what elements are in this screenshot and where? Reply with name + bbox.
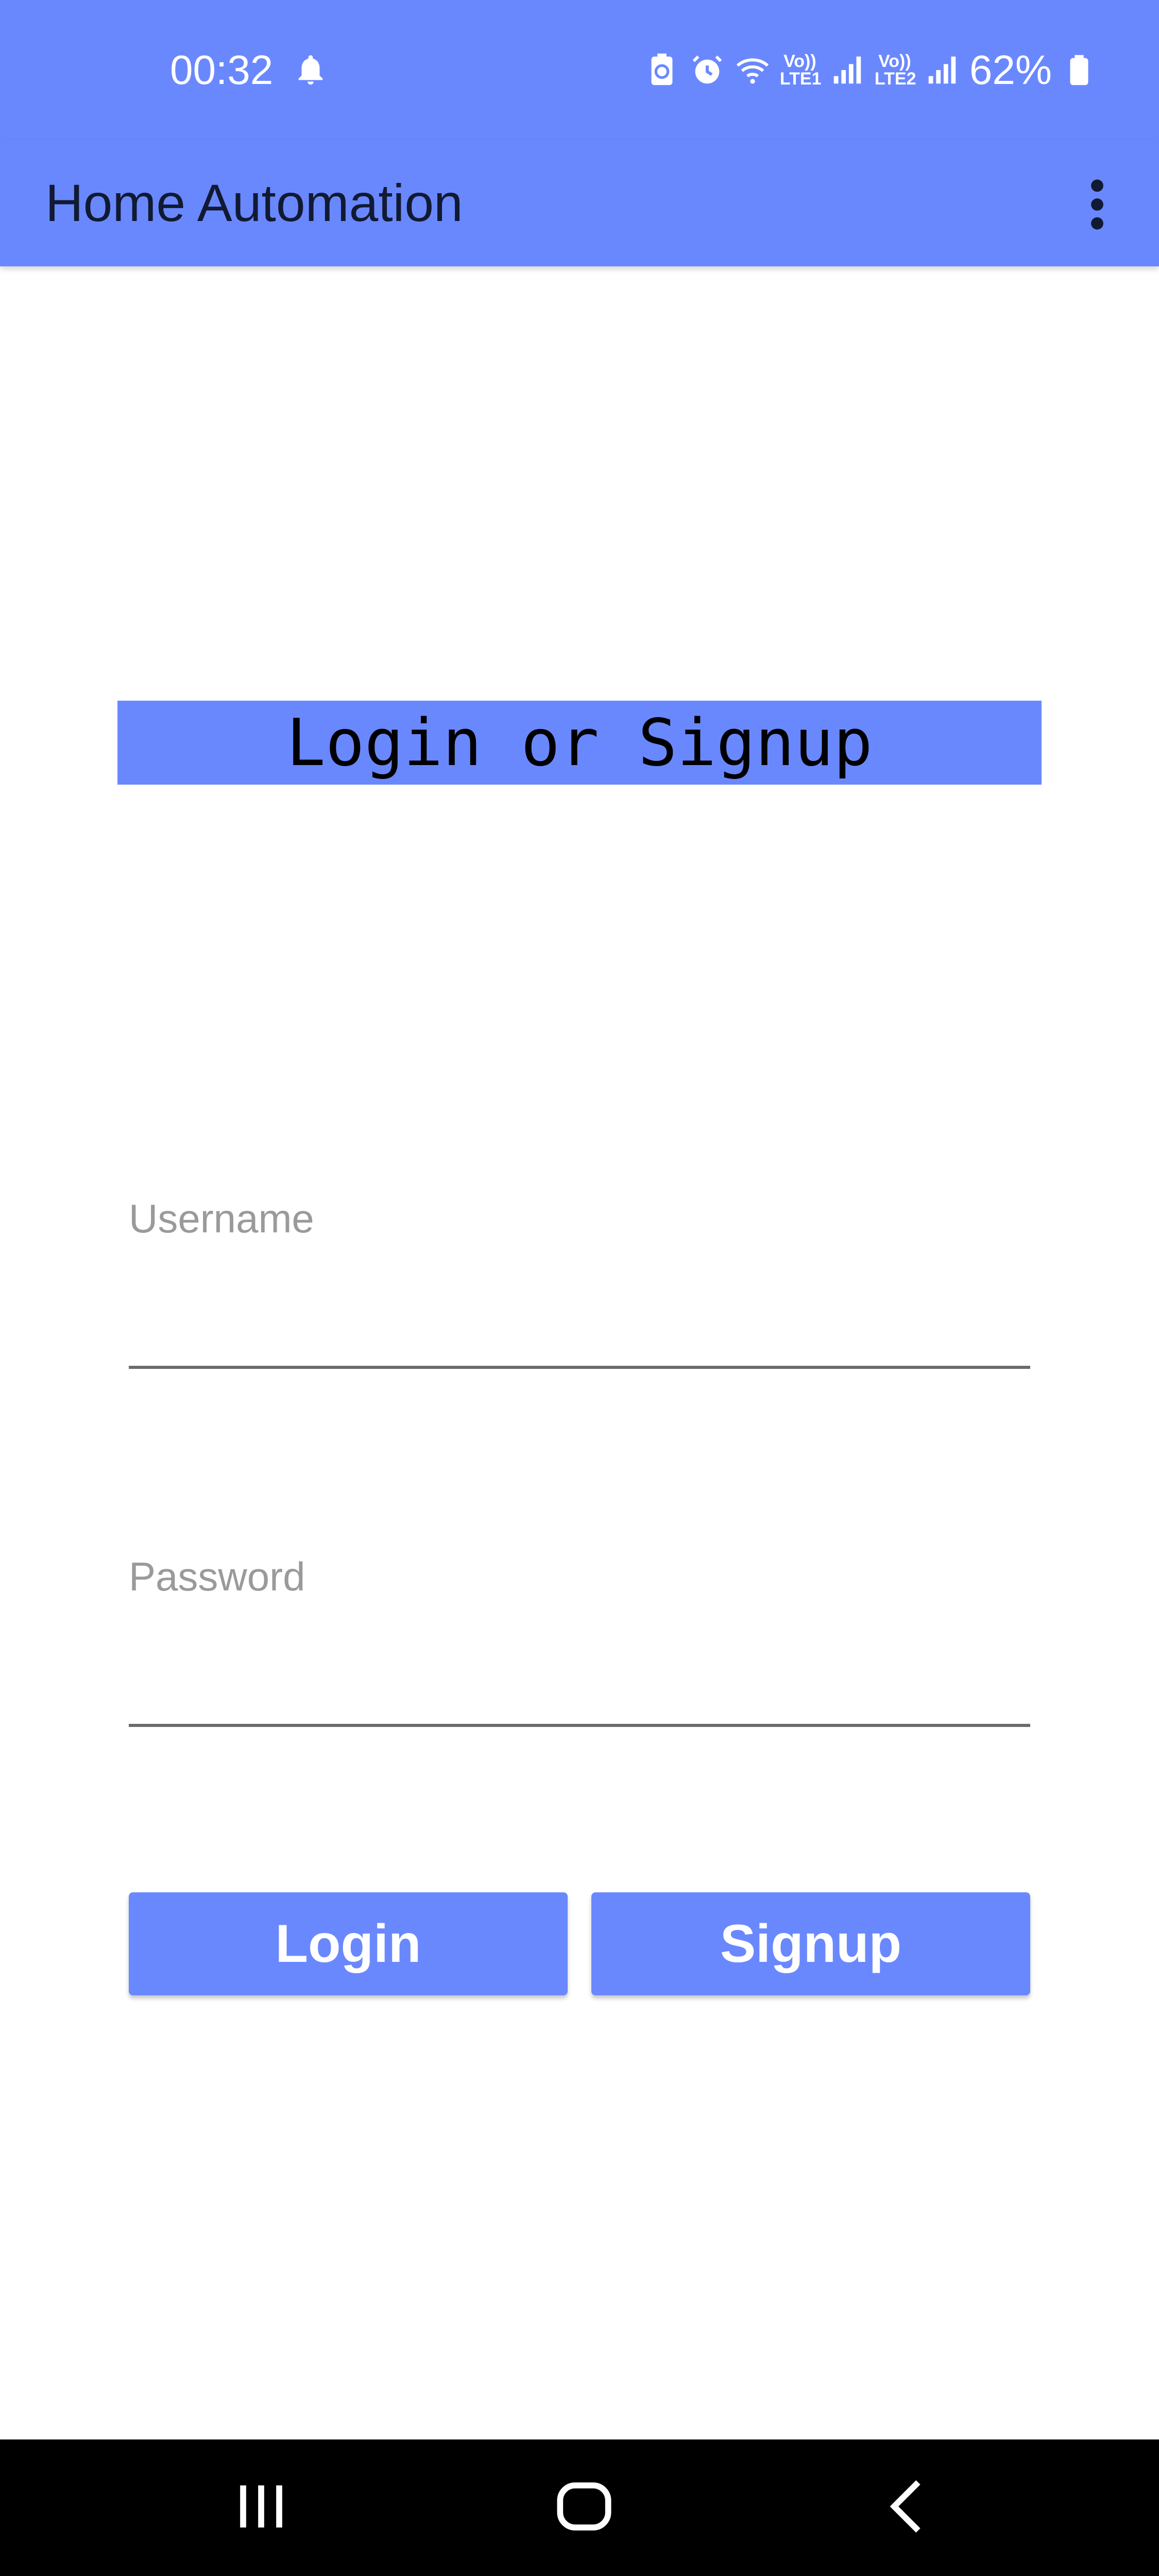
username-field[interactable]: Username bbox=[129, 1195, 1030, 1369]
more-vert-icon[interactable] bbox=[1082, 176, 1113, 233]
battery-icon bbox=[1070, 55, 1088, 86]
status-time: 00:32 bbox=[170, 47, 274, 93]
sim1-label: Vo)) LTE1 bbox=[779, 52, 822, 89]
signal-icon bbox=[833, 56, 861, 84]
bell-icon bbox=[298, 55, 323, 85]
username-label: Username bbox=[129, 1196, 314, 1241]
signup-button[interactable]: Signup bbox=[591, 1892, 1030, 1995]
sim1-volte-text: Vo)) bbox=[783, 52, 816, 71]
password-underline bbox=[129, 1724, 1030, 1727]
battery-saver-icon bbox=[651, 53, 673, 86]
home-icon[interactable] bbox=[548, 2470, 620, 2543]
password-field[interactable]: Password bbox=[129, 1553, 1030, 1727]
alarm-icon bbox=[692, 55, 722, 84]
username-underline bbox=[129, 1366, 1030, 1369]
wifi-icon bbox=[736, 58, 769, 84]
sim2-volte-text: Vo)) bbox=[878, 52, 911, 71]
signal-icon bbox=[928, 56, 956, 84]
back-icon[interactable] bbox=[873, 2470, 945, 2543]
battery-percentage: 62% bbox=[969, 47, 1052, 93]
login-heading-banner: Login or Signup bbox=[117, 701, 1042, 785]
sim2-lte-text: LTE2 bbox=[874, 69, 916, 89]
login-button[interactable]: Login bbox=[129, 1892, 568, 1995]
app-bar: Home Automation bbox=[0, 140, 1159, 266]
status-bar: 00:32 Vo)) LTE1 Vo)) LTE2 62% bbox=[0, 0, 1159, 140]
password-label: Password bbox=[129, 1554, 305, 1599]
sim1-lte-text: LTE1 bbox=[779, 69, 822, 89]
status-icons: Vo)) LTE1 Vo)) LTE2 62% bbox=[644, 45, 1097, 95]
system-nav-bar bbox=[0, 2439, 1159, 2576]
password-input[interactable] bbox=[129, 1610, 1030, 1667]
sim2-label: Vo)) LTE2 bbox=[874, 52, 916, 89]
username-input[interactable] bbox=[129, 1252, 1030, 1309]
recent-apps-icon[interactable] bbox=[225, 2470, 297, 2543]
page-title: Login or Signup bbox=[286, 705, 873, 781]
app-title: Home Automation bbox=[45, 174, 463, 232]
